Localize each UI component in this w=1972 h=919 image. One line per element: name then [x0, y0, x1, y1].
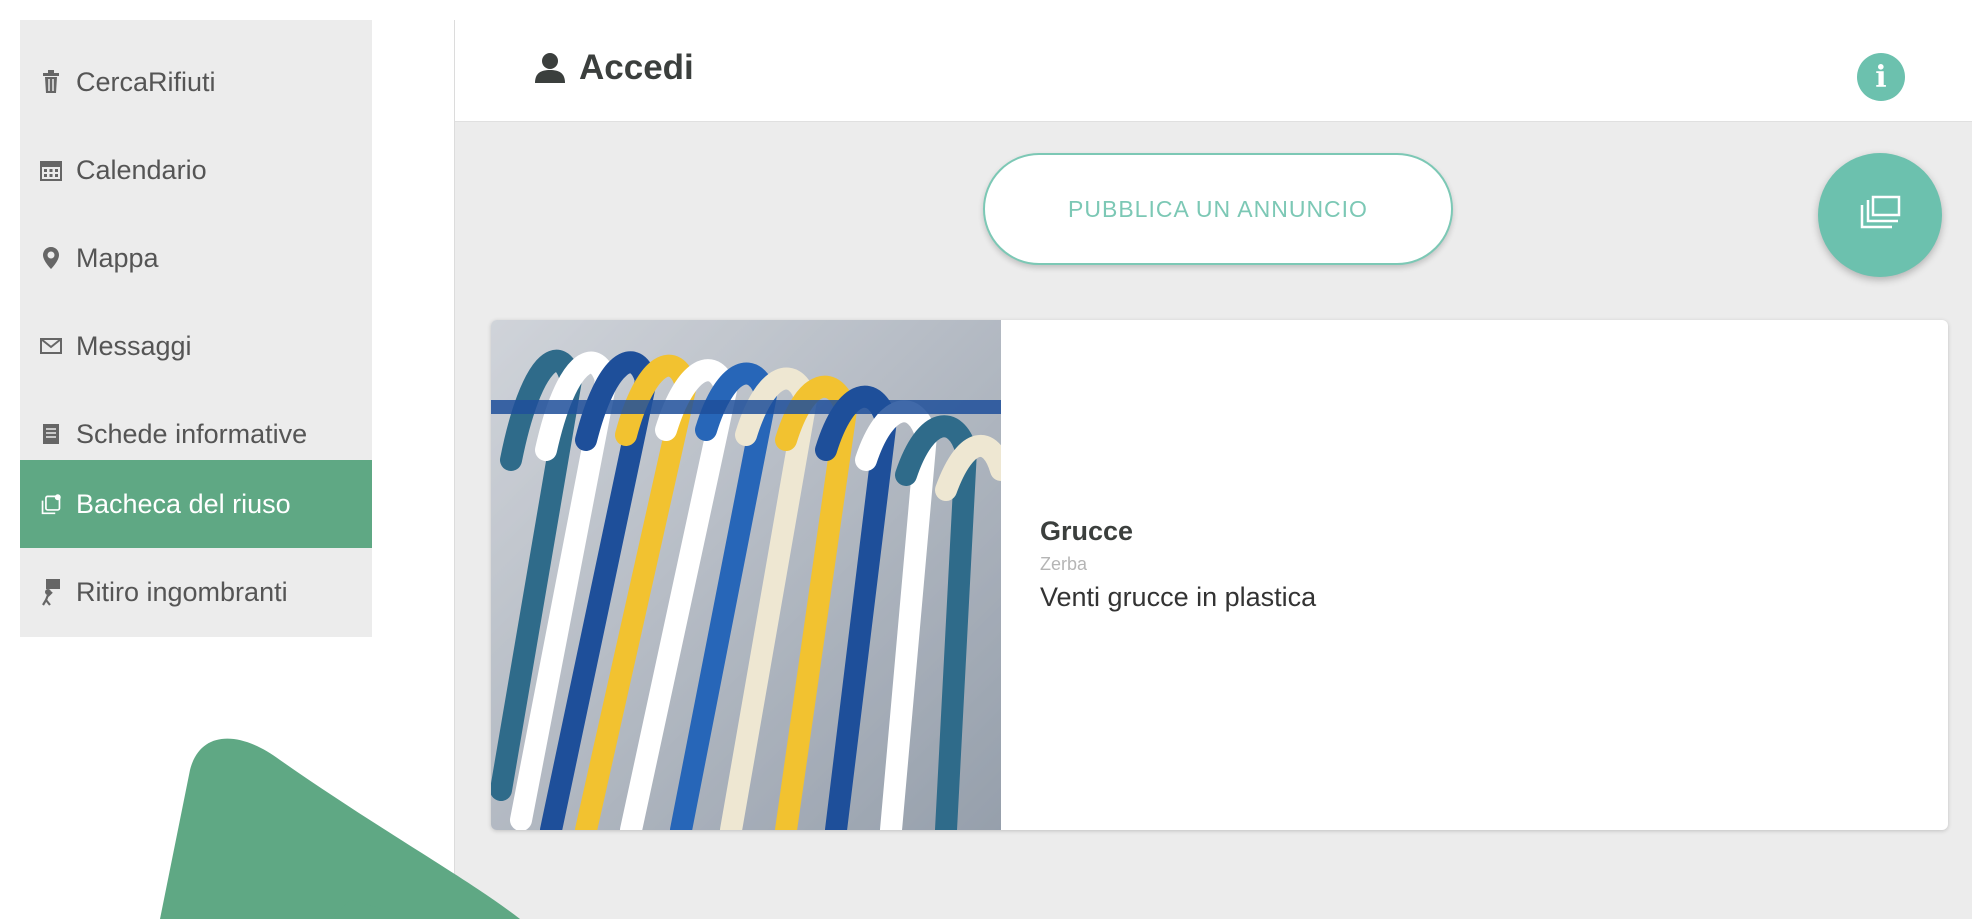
login-button[interactable]: Accedi	[533, 48, 694, 88]
sidebar-item-calendario[interactable]: Calendario	[20, 126, 372, 214]
listing-location: Zerba	[1040, 554, 1088, 574]
sidebar-item-label: Mappa	[76, 242, 159, 273]
listing-title: Grucce	[1040, 516, 1134, 546]
sidebar-item-label: Schede informative	[76, 418, 308, 449]
sidebar-item-label: Calendario	[76, 154, 207, 185]
trash-icon	[40, 69, 62, 95]
publish-ad-label: PUBBLICA UN ANNUNCIO	[1068, 195, 1368, 222]
info-icon[interactable]: i	[1857, 53, 1905, 101]
sidebar-item-bacheca-del-riuso[interactable]: Bacheca del riuso	[20, 460, 372, 548]
publish-ad-button[interactable]: PUBBLICA UN ANNUNCIO	[983, 153, 1453, 265]
sidebar-item-label: Ritiro ingombranti	[76, 576, 288, 607]
user-icon	[533, 51, 567, 85]
sidebar-item-label: Messaggi	[76, 330, 192, 361]
sidebar-item-mappa[interactable]: Mappa	[20, 214, 372, 302]
login-label: Accedi	[579, 48, 694, 87]
envelope-icon	[40, 333, 62, 359]
reuse-board-icon	[40, 491, 62, 517]
gallery-view-button[interactable]	[1818, 153, 1942, 277]
listing-description: Venti grucce in plastica	[1040, 582, 1317, 612]
bulky-pickup-icon	[40, 579, 62, 606]
document-icon	[40, 421, 62, 447]
sidebar-item-cercarifiuti[interactable]: CercaRifiuti	[20, 38, 372, 126]
gallery-icon	[1858, 195, 1902, 236]
sidebar-item-label: Bacheca del riuso	[76, 488, 291, 519]
sidebar: CercaRifiuti Calendario Mappa Messaggi S…	[20, 20, 372, 637]
sidebar-item-ritiro-ingombranti[interactable]: Ritiro ingombranti	[20, 548, 372, 636]
sidebar-item-label: CercaRifiuti	[76, 66, 216, 97]
map-pin-icon	[40, 245, 62, 271]
top-bar: Accedi i	[455, 20, 1972, 122]
sidebar-item-messaggi[interactable]: Messaggi	[20, 302, 372, 390]
main-panel: Accedi i PUBBLICA UN ANNUNCIO Grucce Zer…	[454, 20, 1972, 919]
listing-image	[491, 320, 1001, 830]
info-glyph: i	[1875, 59, 1887, 95]
listing-card[interactable]: Grucce Zerba Venti grucce in plastica	[491, 320, 1948, 830]
calendar-icon	[40, 157, 62, 183]
